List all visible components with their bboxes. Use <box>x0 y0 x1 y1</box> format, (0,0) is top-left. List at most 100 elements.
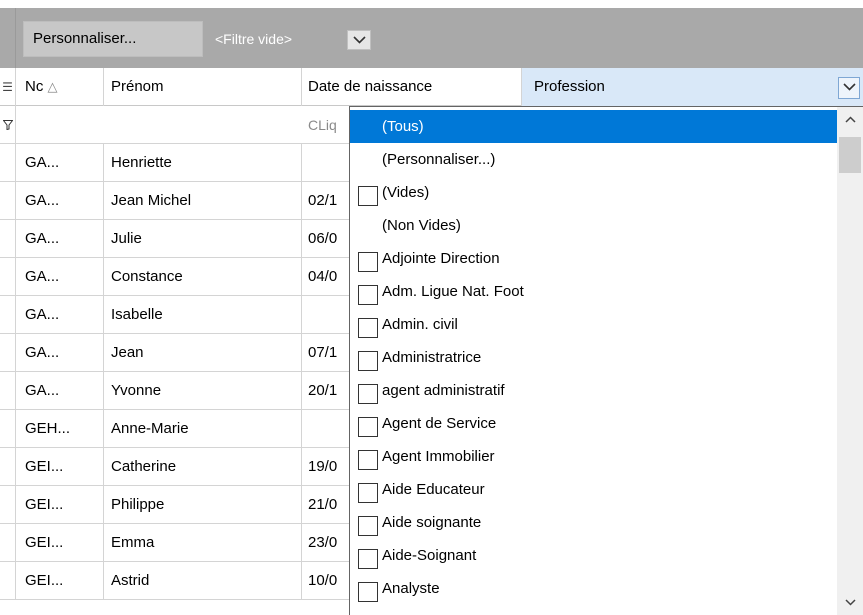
filter-option[interactable]: (Non Vides) <box>350 209 838 242</box>
option-label: (Non Vides) <box>382 217 461 234</box>
row-indicator[interactable] <box>0 144 16 182</box>
cell-prenom[interactable]: Constance <box>104 258 302 296</box>
header-profession-label: Profession <box>534 78 605 95</box>
filter-option[interactable]: (Tous) <box>350 110 838 143</box>
profession-filter-dropdown-button[interactable] <box>838 77 860 99</box>
column-chooser-icon[interactable]: ☰ <box>0 68 16 106</box>
cell-date[interactable]: 19/0 <box>302 448 350 486</box>
header-prenom[interactable]: Prénom <box>104 68 302 106</box>
option-checkbox[interactable] <box>358 252 378 272</box>
chevron-down-icon <box>353 36 366 44</box>
filter-option[interactable]: Aide Educateur <box>350 473 838 506</box>
cell-date[interactable]: 10/0 <box>302 562 350 600</box>
row-indicator[interactable] <box>0 258 16 296</box>
cell-date[interactable]: 06/0 <box>302 220 350 258</box>
row-indicator[interactable] <box>0 562 16 600</box>
row-indicator[interactable] <box>0 334 16 372</box>
filter-option[interactable]: Aide soignante <box>350 506 838 539</box>
filter-date-input[interactable]: CLiq <box>302 106 337 144</box>
row-indicator[interactable] <box>0 182 16 220</box>
cell-prenom[interactable]: Henriette <box>104 144 302 182</box>
row-indicator[interactable] <box>0 296 16 334</box>
cell-prenom[interactable]: Julie <box>104 220 302 258</box>
filter-option[interactable]: Agent Immobilier <box>350 440 838 473</box>
cell-date[interactable]: 04/0 <box>302 258 350 296</box>
option-checkbox[interactable] <box>358 450 378 470</box>
cell-date[interactable] <box>302 144 350 182</box>
filter-option[interactable]: Admin. civil <box>350 308 838 341</box>
cell-prenom[interactable]: Catherine <box>104 448 302 486</box>
option-label: agent administratif <box>382 382 505 399</box>
option-checkbox[interactable] <box>358 285 378 305</box>
cell-nom[interactable]: GEI... <box>16 562 104 600</box>
dropdown-scrollbar[interactable] <box>837 107 863 615</box>
scroll-down-button[interactable] <box>837 590 863 615</box>
cell-nom[interactable]: GA... <box>16 334 104 372</box>
option-checkbox[interactable] <box>358 318 378 338</box>
row-indicator[interactable] <box>0 372 16 410</box>
option-checkbox[interactable] <box>358 582 378 602</box>
cell-prenom[interactable]: Philippe <box>104 486 302 524</box>
filter-option[interactable]: (Personnaliser...) <box>350 143 838 176</box>
cell-nom[interactable]: GEI... <box>16 448 104 486</box>
personnaliser-button[interactable]: Personnaliser... <box>23 21 203 57</box>
filter-dropdown-button[interactable] <box>347 30 371 50</box>
grid-header: ☰ Nc △ Prénom Date de naissance Professi… <box>0 68 863 106</box>
cell-prenom[interactable]: Yvonne <box>104 372 302 410</box>
option-checkbox[interactable] <box>358 483 378 503</box>
filter-option[interactable]: (Vides) <box>350 176 838 209</box>
cell-date[interactable]: 02/1 <box>302 182 350 220</box>
cell-prenom[interactable]: Isabelle <box>104 296 302 334</box>
cell-prenom[interactable]: Jean <box>104 334 302 372</box>
option-checkbox[interactable] <box>358 549 378 569</box>
option-checkbox[interactable] <box>358 351 378 371</box>
filter-option[interactable]: agent administratif <box>350 374 838 407</box>
cell-nom[interactable]: GA... <box>16 220 104 258</box>
option-checkbox[interactable] <box>358 417 378 437</box>
filter-icon <box>0 106 16 144</box>
row-indicator[interactable] <box>0 220 16 258</box>
cell-nom[interactable]: GEH... <box>16 410 104 448</box>
header-date-naissance[interactable]: Date de naissance <box>302 68 522 106</box>
option-checkbox[interactable] <box>358 384 378 404</box>
cell-date[interactable] <box>302 296 350 334</box>
filter-option[interactable]: Adjointe Direction <box>350 242 838 275</box>
cell-date[interactable]: 23/0 <box>302 524 350 562</box>
option-checkbox[interactable] <box>358 186 378 206</box>
cell-nom[interactable]: GA... <box>16 296 104 334</box>
cell-date[interactable]: 21/0 <box>302 486 350 524</box>
option-label: (Tous) <box>382 118 424 135</box>
option-label: Aide soignante <box>382 514 482 531</box>
chevron-down-icon <box>843 83 856 91</box>
option-checkbox[interactable] <box>358 516 378 536</box>
cell-nom[interactable]: GA... <box>16 144 104 182</box>
filter-option[interactable]: Analyste <box>350 572 838 605</box>
cell-prenom[interactable]: Anne-Marie <box>104 410 302 448</box>
filter-option[interactable]: Aide-Soignant <box>350 539 838 572</box>
header-nom-label: Nc <box>25 78 44 95</box>
cell-date[interactable]: 07/1 <box>302 334 350 372</box>
cell-prenom[interactable]: Jean Michel <box>104 182 302 220</box>
row-indicator[interactable] <box>0 410 16 448</box>
cell-date[interactable] <box>302 410 350 448</box>
filter-option[interactable]: Adm. Ligue Nat. Foot <box>350 275 838 308</box>
filter-option[interactable]: Agent de Service <box>350 407 838 440</box>
cell-prenom[interactable]: Astrid <box>104 562 302 600</box>
toolbar-left-edge <box>0 8 16 68</box>
header-nom[interactable]: Nc △ <box>16 68 104 106</box>
cell-prenom[interactable]: Emma <box>104 524 302 562</box>
cell-date[interactable]: 20/1 <box>302 372 350 410</box>
row-indicator[interactable] <box>0 524 16 562</box>
scroll-thumb[interactable] <box>839 137 861 173</box>
sort-ascending-icon: △ <box>47 79 58 94</box>
scroll-up-button[interactable] <box>837 107 863 133</box>
filter-option[interactable]: Administratrice <box>350 341 838 374</box>
cell-nom[interactable]: GEI... <box>16 486 104 524</box>
cell-nom[interactable]: GA... <box>16 372 104 410</box>
row-indicator[interactable] <box>0 486 16 524</box>
cell-nom[interactable]: GA... <box>16 258 104 296</box>
header-profession[interactable]: Profession <box>522 68 863 106</box>
cell-nom[interactable]: GA... <box>16 182 104 220</box>
cell-nom[interactable]: GEI... <box>16 524 104 562</box>
row-indicator[interactable] <box>0 448 16 486</box>
